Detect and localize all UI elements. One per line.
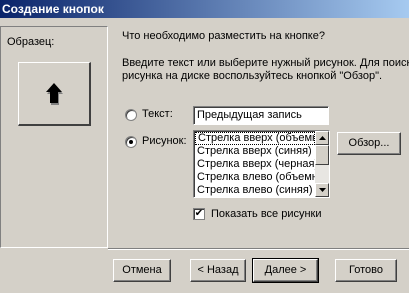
picture-listbox[interactable]: Стрелка вверх (объемная) Стрелка вверх (… — [193, 130, 330, 198]
triangle-down-icon — [318, 188, 326, 192]
list-item[interactable]: Стрелка вверх (объемная) — [195, 132, 315, 145]
title-bar: Создание кнопок — [0, 0, 409, 18]
sample-label: Образец: — [7, 36, 55, 48]
scroll-thumb[interactable] — [315, 145, 329, 165]
list-item[interactable]: Стрелка вверх (синяя) — [195, 145, 315, 158]
scroll-up-button[interactable] — [315, 131, 329, 145]
triangle-up-icon — [318, 136, 326, 140]
cancel-button[interactable]: Отмена — [113, 259, 171, 282]
browse-button[interactable]: Обзор... — [337, 132, 401, 155]
text-option-label[interactable]: Текст: — [142, 108, 173, 120]
show-all-pictures-checkbox[interactable]: ✔ — [193, 208, 205, 220]
footer-separator — [108, 248, 409, 250]
question-text: Что необходимо разместить на кнопке? — [122, 30, 325, 42]
instructions-line-1: Введите текст или выберите нужный рисуно… — [122, 57, 409, 69]
picture-option-radio[interactable] — [125, 136, 137, 148]
list-item[interactable]: Стрелка влево (объемная) — [195, 171, 315, 184]
window-title: Создание кнопок — [2, 2, 104, 16]
button-text-input[interactable]: Предыдущая запись — [193, 106, 329, 125]
list-item[interactable]: Стрелка влево (синяя) — [195, 184, 315, 197]
back-button[interactable]: < Назад — [190, 259, 246, 282]
arrow-up-3d-icon — [46, 82, 63, 105]
list-item[interactable]: Стрелка вверх (черная) — [195, 158, 315, 171]
show-all-pictures-label[interactable]: Показать все рисунки — [211, 208, 322, 220]
list-scrollbar[interactable] — [315, 131, 329, 197]
instructions-line-2: рисунка на диске воспользуйтесь кнопкой … — [122, 70, 383, 82]
next-button[interactable]: Далее > — [252, 258, 319, 283]
sample-button-preview — [18, 62, 91, 126]
text-option-radio[interactable] — [125, 109, 137, 121]
sample-panel: Образец: — [0, 26, 108, 248]
picture-option-label[interactable]: Рисунок: — [142, 135, 187, 147]
finish-button[interactable]: Готово — [335, 259, 397, 282]
scroll-down-button[interactable] — [315, 183, 329, 197]
